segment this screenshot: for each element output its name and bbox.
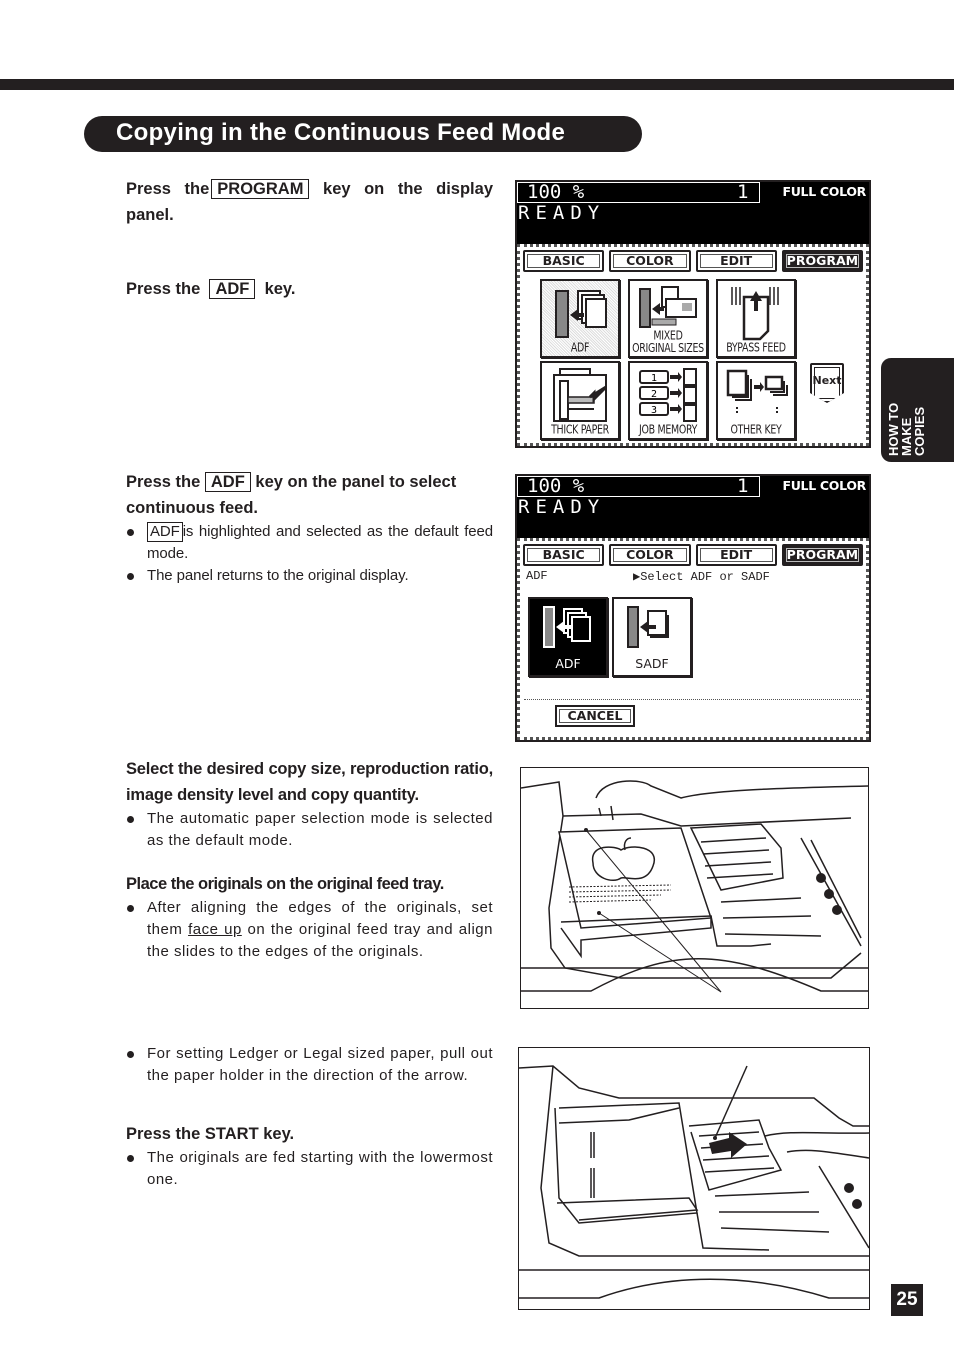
- thick-paper-icon: [553, 368, 608, 422]
- adf-icon: [543, 606, 591, 648]
- program-key-label: PROGRAM: [211, 179, 310, 199]
- section-title-bar: Copying in the Continuous Feed Mode: [84, 116, 642, 152]
- section-label: ADF: [526, 569, 548, 583]
- tab-basic[interactable]: BASIC: [523, 544, 605, 566]
- display-tabs: BASIC COLOR EDIT PROGRAM: [520, 247, 866, 273]
- svg-text:2: 2: [651, 389, 657, 400]
- tab-edit[interactable]: EDIT: [695, 250, 777, 272]
- job-memory-key[interactable]: 1 2 3 JOB MEMORY: [628, 361, 708, 440]
- step-7: Press the START key. The originals are f…: [126, 1121, 493, 1191]
- reproduction-ratio: 100 %: [527, 181, 585, 203]
- adf-key-label: ADF: [204, 472, 251, 492]
- paper-holder-drawing: [518, 1065, 870, 1299]
- copy-quantity: 1: [737, 475, 749, 497]
- tab-edit[interactable]: EDIT: [695, 544, 777, 566]
- adf-key-label: ADF: [209, 279, 256, 299]
- step-5: Place the originals on the original feed…: [126, 871, 493, 963]
- bypass-feed-icon: [731, 287, 779, 341]
- cancel-button[interactable]: CANCEL: [555, 705, 635, 727]
- status-text: READY: [518, 202, 606, 224]
- step-4: Select the desired copy size, reproducti…: [126, 756, 493, 852]
- step-6: For setting Ledger or Legal sized paper,…: [126, 1043, 493, 1087]
- bullet-item: ADF is highlighted and selected as the de…: [126, 521, 493, 565]
- color-mode: FULL COLOR: [782, 478, 866, 493]
- display-header: 100 % 1 FULL COLOR READY: [517, 475, 869, 538]
- side-tab-text: HOW TO MAKE COPIES: [886, 402, 927, 456]
- tab-color[interactable]: COLOR: [609, 544, 691, 566]
- other-key-icon: [726, 369, 788, 413]
- step-1: Press the PROGRAM key on the display pane…: [126, 179, 493, 224]
- illustration-place-originals: [520, 767, 869, 1009]
- page-title: Copying in the Continuous Feed Mode: [116, 119, 566, 146]
- sadf-option-button[interactable]: SADF: [612, 597, 692, 677]
- bullet-item: The automatic paper selection mode is se…: [126, 808, 493, 852]
- illustration-paper-holder: [518, 1047, 870, 1310]
- thick-paper-key[interactable]: THICK PAPER: [540, 361, 620, 440]
- pull-direction-arrow-icon: [709, 1132, 747, 1158]
- top-rule: [0, 79, 954, 90]
- adf-icon: [555, 290, 607, 338]
- info-row: ADF ▶Select ADF or SADF: [520, 567, 866, 589]
- tab-basic[interactable]: BASIC: [523, 250, 605, 272]
- job-memory-icon: 1 2 3: [639, 368, 697, 422]
- svg-text:1: 1: [651, 373, 657, 384]
- status-text: READY: [518, 496, 606, 518]
- sadf-icon: [627, 606, 669, 648]
- bypass-feed-key[interactable]: BYPASS FEED: [716, 279, 796, 358]
- selection-hint: ▶Select ADF or SADF: [633, 570, 770, 584]
- tab-color[interactable]: COLOR: [609, 250, 691, 272]
- control-panel-display-adf: 100 % 1 FULL COLOR READY BASIC COLOR EDI…: [515, 474, 871, 742]
- step-2: Press the ADF key.: [126, 279, 296, 299]
- tab-program[interactable]: PROGRAM: [781, 544, 863, 566]
- copy-quantity: 1: [737, 181, 749, 203]
- bullet-item: The originals are fed starting with the …: [126, 1147, 493, 1191]
- display-header: 100 % 1 FULL COLOR READY: [517, 181, 869, 244]
- adf-option-button[interactable]: ADF: [528, 597, 608, 677]
- mixed-original-sizes-key[interactable]: MIXED ORIGINAL SIZES: [628, 279, 708, 358]
- next-page-button[interactable]: Next: [810, 363, 844, 403]
- tab-program[interactable]: PROGRAM: [781, 250, 863, 272]
- display-tabs: BASIC COLOR EDIT PROGRAM: [520, 541, 866, 567]
- svg-text:3: 3: [651, 405, 657, 416]
- bullet-item: After aligning the edges of the original…: [126, 897, 493, 963]
- adf-key[interactable]: ADF: [540, 279, 620, 358]
- chapter-side-tab: HOW TO MAKE COPIES: [881, 358, 954, 462]
- page-number: 25: [891, 1284, 923, 1316]
- step-3: Press the ADF key on the panel to select…: [126, 469, 493, 587]
- bullet-item: For setting Ledger or Legal sized paper,…: [126, 1043, 493, 1087]
- control-panel-display-program: 100 % 1 FULL COLOR READY BASIC COLOR EDI…: [515, 180, 871, 448]
- color-mode: FULL COLOR: [782, 184, 866, 199]
- mixed-sizes-icon: [639, 286, 697, 328]
- reproduction-ratio: 100 %: [527, 475, 585, 497]
- bullet-item: The panel returns to the original displa…: [126, 565, 493, 587]
- feeder-tray-drawing: [520, 780, 869, 993]
- other-key[interactable]: OTHER KEY: [716, 361, 796, 440]
